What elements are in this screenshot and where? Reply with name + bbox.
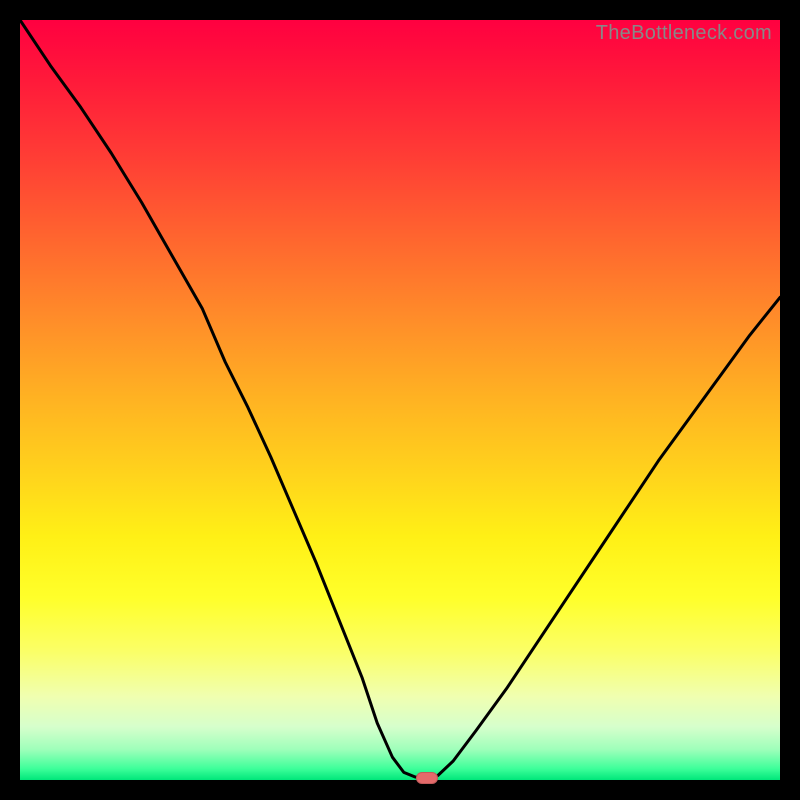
bottleneck-curve: [20, 20, 780, 778]
plot-area: TheBottleneck.com: [20, 20, 780, 780]
chart-frame: TheBottleneck.com: [0, 0, 800, 800]
curve-svg: [20, 20, 780, 780]
optimal-marker: [416, 772, 438, 784]
